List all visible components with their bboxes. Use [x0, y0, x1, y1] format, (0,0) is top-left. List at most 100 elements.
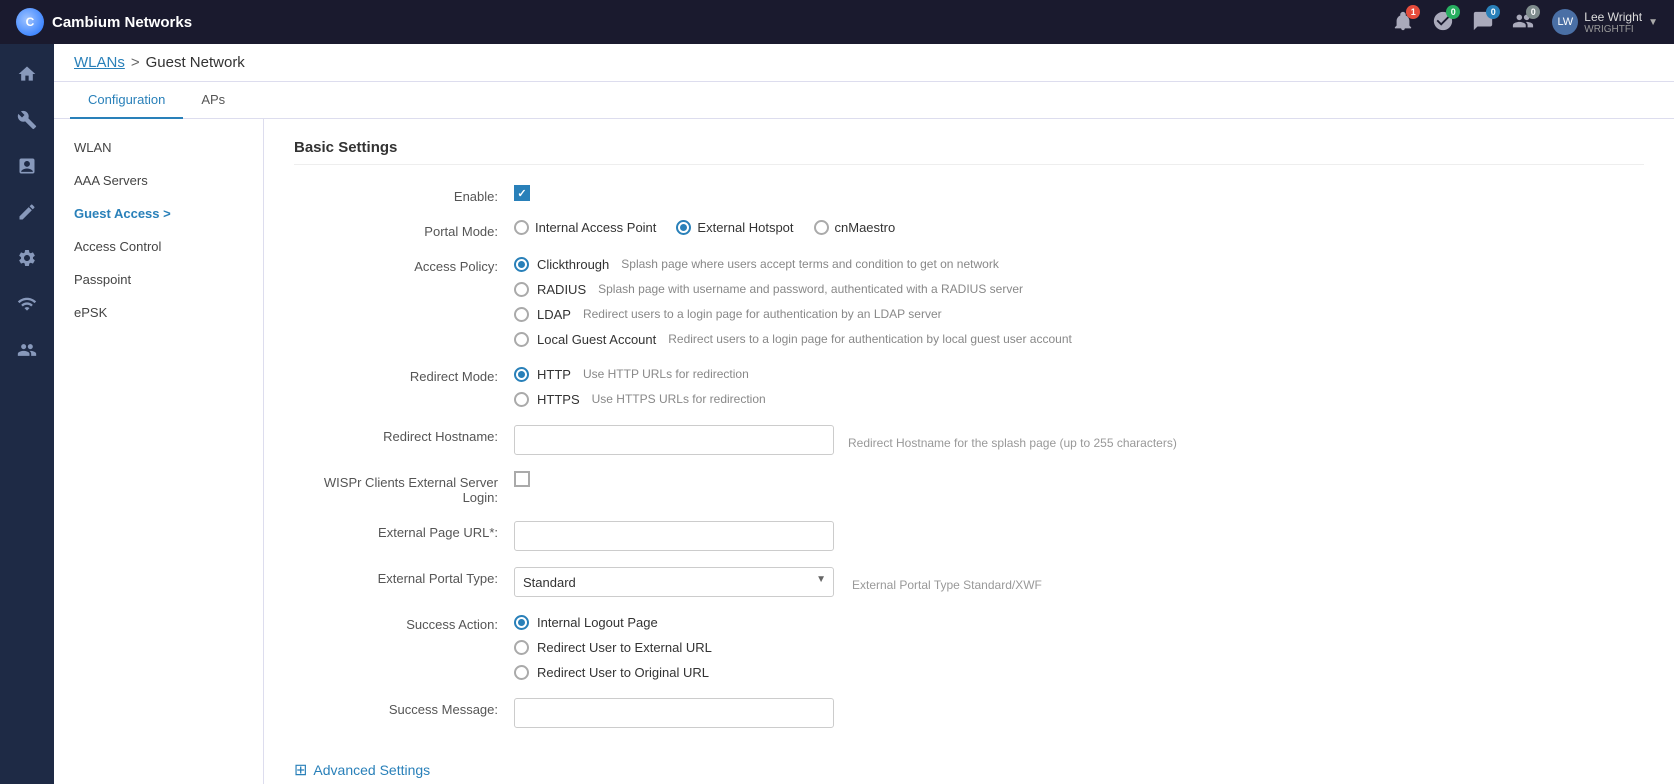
- sidebar-item-users[interactable]: [7, 330, 47, 370]
- user-avatar: LW: [1552, 9, 1578, 35]
- leftnav-item-access-control[interactable]: Access Control: [54, 230, 263, 263]
- topnav-left: C Cambium Networks: [16, 8, 192, 36]
- policy-local-radio[interactable]: [514, 332, 529, 347]
- wispr-content: [514, 471, 1644, 487]
- sidebar-item-reports[interactable]: [7, 146, 47, 186]
- portal-mode-cnmaestro[interactable]: cnMaestro: [814, 220, 896, 235]
- tab-aps[interactable]: APs: [183, 82, 243, 119]
- sidebar-item-network[interactable]: [7, 284, 47, 324]
- sidebar-item-settings[interactable]: [7, 238, 47, 278]
- home-icon: [17, 64, 37, 84]
- portal-mode-content: Internal Access Point External Hotspot c…: [514, 220, 1644, 235]
- portal-mode-internal[interactable]: Internal Access Point: [514, 220, 656, 235]
- advanced-settings-label: Advanced Settings: [313, 762, 430, 778]
- policy-clickthrough-radio[interactable]: [514, 257, 529, 272]
- breadcrumb-separator: >: [131, 54, 140, 71]
- notifications-badge: 1: [1406, 5, 1420, 19]
- leftnav-item-wlan[interactable]: WLAN: [54, 131, 263, 164]
- breadcrumb-link[interactable]: WLANs: [74, 54, 125, 71]
- user-display: Lee Wright WRIGHTFI: [1584, 10, 1642, 35]
- redirect-hostname-label: Redirect Hostname:: [294, 425, 514, 444]
- success-message-input[interactable]: [514, 698, 834, 728]
- success-message-label: Success Message:: [294, 698, 514, 717]
- redirect-http-radio[interactable]: [514, 367, 529, 382]
- brand-name: Cambium Networks: [52, 14, 192, 31]
- policy-radius-radio[interactable]: [514, 282, 529, 297]
- external-portal-hint: External Portal Type Standard/XWF: [852, 572, 1042, 592]
- policy-radius-label: RADIUS: [537, 282, 586, 297]
- success-external-radio[interactable]: [514, 640, 529, 655]
- policy-local-desc: Redirect users to a login page for authe…: [668, 332, 1072, 346]
- tab-configuration[interactable]: Configuration: [70, 82, 183, 119]
- success-original-radio[interactable]: [514, 665, 529, 680]
- access-policy-label: Access Policy:: [294, 255, 514, 274]
- content-area: WLANs > Guest Network Configuration APs …: [54, 44, 1674, 784]
- success-action-row: Success Action: Internal Logout Page Red…: [294, 613, 1644, 682]
- redirect-mode-row: Redirect Mode: HTTP Use HTTP URLs for re…: [294, 365, 1644, 409]
- users-icon-wrap[interactable]: 0: [1512, 10, 1534, 35]
- advanced-settings-section: ⊞ Advanced Settings: [294, 748, 1644, 780]
- redirect-http[interactable]: HTTP Use HTTP URLs for redirection: [514, 365, 1644, 384]
- portal-mode-group: Internal Access Point External Hotspot c…: [514, 220, 1644, 235]
- chevron-down-icon: ▼: [1648, 17, 1658, 28]
- network-icon: [17, 294, 37, 314]
- redirect-https-desc: Use HTTPS URLs for redirection: [592, 392, 766, 406]
- external-url-input[interactable]: [514, 521, 834, 551]
- portal-cnmaestro-label: cnMaestro: [835, 220, 896, 235]
- leftnav-item-epsk[interactable]: ePSK: [54, 296, 263, 329]
- access-policy-content: Clickthrough Splash page where users acc…: [514, 255, 1644, 349]
- success-internal-logout[interactable]: Internal Logout Page: [514, 613, 1644, 632]
- policy-local-guest[interactable]: Local Guest Account Redirect users to a …: [514, 330, 1644, 349]
- user-menu[interactable]: LW Lee Wright WRIGHTFI ▼: [1552, 9, 1658, 35]
- edit-icon: [17, 202, 37, 222]
- success-internal-radio[interactable]: [514, 615, 529, 630]
- portal-external-radio[interactable]: [676, 220, 691, 235]
- sidebar-item-home[interactable]: [7, 54, 47, 94]
- messages-icon-wrap[interactable]: 0: [1472, 10, 1494, 35]
- policy-ldap-radio[interactable]: [514, 307, 529, 322]
- success-message-row: Success Message:: [294, 698, 1644, 728]
- redirect-hostname-row: Redirect Hostname: Redirect Hostname for…: [294, 425, 1644, 455]
- policy-clickthrough[interactable]: Clickthrough Splash page where users acc…: [514, 255, 1644, 274]
- policy-local-label: Local Guest Account: [537, 332, 656, 347]
- advanced-settings-toggle[interactable]: ⊞ Advanced Settings: [294, 760, 1644, 780]
- leftnav-item-guest-access[interactable]: Guest Access >: [54, 197, 263, 230]
- sidebar-item-pencil[interactable]: [7, 192, 47, 232]
- access-policy-row: Access Policy: Clickthrough Splash page …: [294, 255, 1644, 349]
- policy-ldap[interactable]: LDAP Redirect users to a login page for …: [514, 305, 1644, 324]
- redirect-https-radio[interactable]: [514, 392, 529, 407]
- success-external-url[interactable]: Redirect User to External URL: [514, 638, 1644, 657]
- left-nav: WLAN AAA Servers Guest Access > Access C…: [54, 119, 264, 784]
- leftnav-item-aaa[interactable]: AAA Servers: [54, 164, 263, 197]
- external-portal-select[interactable]: Standard XWF: [514, 567, 834, 597]
- policy-ldap-label: LDAP: [537, 307, 571, 322]
- external-portal-select-wrap: Standard XWF: [514, 567, 834, 597]
- portal-cnmaestro-radio[interactable]: [814, 220, 829, 235]
- redirect-https[interactable]: HTTPS Use HTTPS URLs for redirection: [514, 390, 1644, 409]
- redirect-hostname-hint: Redirect Hostname for the splash page (u…: [848, 430, 1177, 450]
- leftnav-item-passpoint[interactable]: Passpoint: [54, 263, 263, 296]
- success-original-url[interactable]: Redirect User to Original URL: [514, 663, 1644, 682]
- brand-logo: C Cambium Networks: [16, 8, 192, 36]
- right-panel: Basic Settings Enable: Portal Mode:: [264, 119, 1674, 784]
- sidebar-item-tools[interactable]: [7, 100, 47, 140]
- check-icon-wrap[interactable]: 0: [1432, 10, 1454, 35]
- external-portal-type-content: Standard XWF External Portal Type Standa…: [514, 567, 1644, 597]
- wispr-checkbox[interactable]: [514, 471, 530, 487]
- wrench-icon: [17, 110, 37, 130]
- enable-label: Enable:: [294, 185, 514, 204]
- enable-checkbox[interactable]: [514, 185, 530, 201]
- notifications-icon-wrap[interactable]: 1: [1392, 10, 1414, 35]
- gear-icon: [17, 248, 37, 268]
- wispr-row: WISPr Clients External Server Login:: [294, 471, 1644, 505]
- tab-bar: Configuration APs: [54, 82, 1674, 119]
- redirect-http-desc: Use HTTP URLs for redirection: [583, 367, 749, 381]
- success-external-label: Redirect User to External URL: [537, 640, 712, 655]
- chart-icon: [17, 156, 37, 176]
- policy-radius[interactable]: RADIUS Splash page with username and pas…: [514, 280, 1644, 299]
- sidebar: [0, 44, 54, 784]
- redirect-hostname-input[interactable]: [514, 425, 834, 455]
- portal-internal-radio[interactable]: [514, 220, 529, 235]
- portal-mode-external[interactable]: External Hotspot: [676, 220, 793, 235]
- external-url-row: External Page URL*:: [294, 521, 1644, 551]
